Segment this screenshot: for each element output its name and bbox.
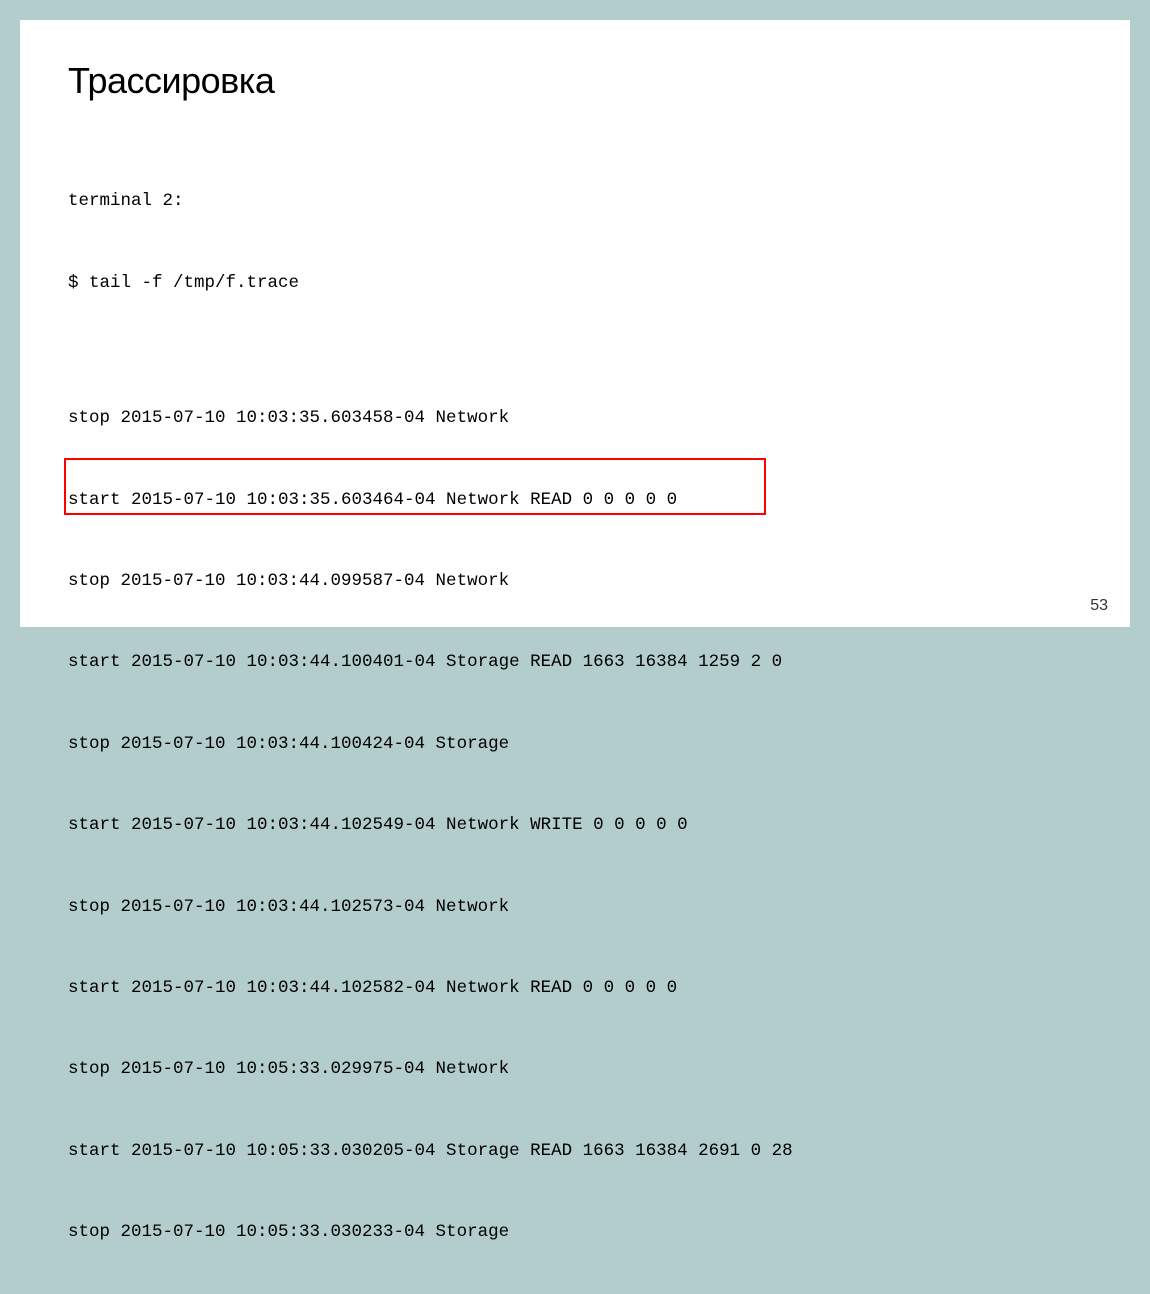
- trace-line: start 2015-07-10 10:03:44.102582-04 Netw…: [68, 975, 1082, 1002]
- trace-line: stop 2015-07-10 10:03:35.603458-04 Netwo…: [68, 405, 1082, 432]
- trace-line: start 2015-07-10 10:03:35.603464-04 Netw…: [68, 487, 1082, 514]
- trace-line: stop 2015-07-10 10:05:33.029975-04 Netwo…: [68, 1056, 1082, 1083]
- slide-container: Трассировка terminal 2: $ tail -f /tmp/f…: [20, 20, 1130, 627]
- terminal-command: $ tail -f /tmp/f.trace: [68, 270, 1082, 297]
- trace-line: start 2015-07-10 10:03:44.100401-04 Stor…: [68, 649, 1082, 676]
- terminal-output: terminal 2: $ tail -f /tmp/f.trace stop …: [68, 134, 1082, 1294]
- trace-line: start 2015-07-10 10:03:44.102549-04 Netw…: [68, 812, 1082, 839]
- trace-line: start 2015-07-10 10:05:33.030205-04 Stor…: [68, 1138, 1082, 1165]
- trace-line: stop 2015-07-10 10:03:44.099587-04 Netwo…: [68, 568, 1082, 595]
- terminal-header: terminal 2:: [68, 188, 1082, 215]
- terminal-lines-wrapper: stop 2015-07-10 10:03:35.603458-04 Netwo…: [68, 351, 1082, 1294]
- trace-line: stop 2015-07-10 10:05:33.030233-04 Stora…: [68, 1219, 1082, 1246]
- trace-line: stop 2015-07-10 10:03:44.102573-04 Netwo…: [68, 894, 1082, 921]
- trace-line: stop 2015-07-10 10:03:44.100424-04 Stora…: [68, 731, 1082, 758]
- slide-title: Трассировка: [68, 60, 1082, 102]
- page-number: 53: [1090, 597, 1108, 615]
